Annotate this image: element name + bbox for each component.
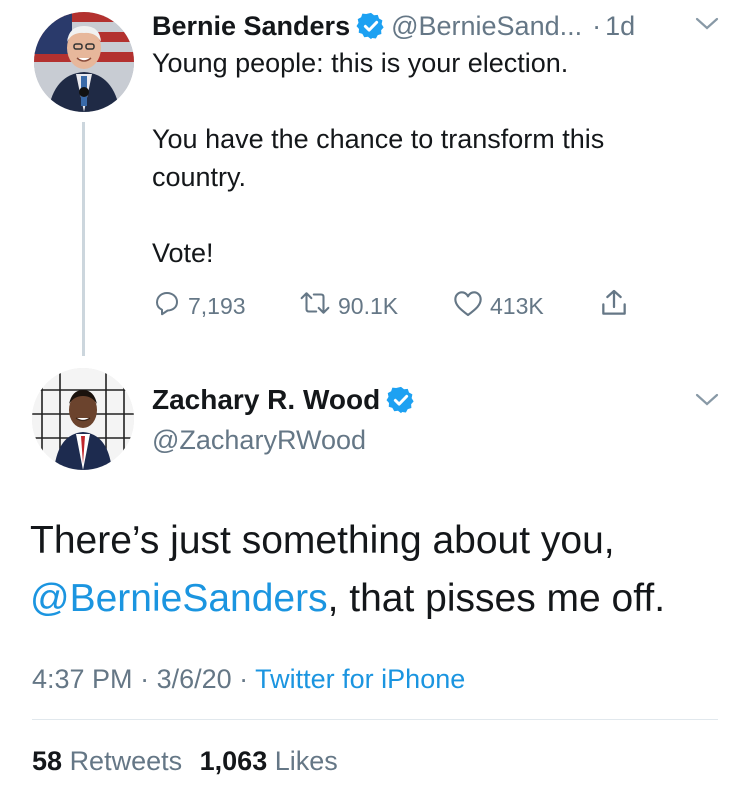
tweet-age[interactable]: 1d bbox=[605, 6, 635, 46]
mention-link[interactable]: @BernieSanders bbox=[30, 577, 328, 620]
thread-connector-line bbox=[82, 122, 85, 356]
tweet-text: , that pisses me off. bbox=[327, 577, 666, 620]
likes-label: Likes bbox=[274, 746, 338, 776]
tweet-text-line: Young people: this is your election. bbox=[152, 48, 569, 78]
tweet-meta: 4:37 PM · 3/6/20 · Twitter for iPhone bbox=[32, 660, 465, 698]
verified-badge-icon bbox=[386, 385, 416, 415]
author-handle[interactable]: @BernieSand... bbox=[391, 6, 582, 46]
tweet-text-line: Vote! bbox=[152, 238, 214, 268]
tweet-date: 3/6/20 bbox=[156, 664, 232, 694]
reply-button[interactable]: 7,193 bbox=[152, 288, 246, 324]
tweet-text: There’s just something about you, bbox=[30, 519, 615, 562]
tweet2-author-row: Zachary R. Wood bbox=[152, 380, 421, 420]
meta-separator: · bbox=[132, 664, 157, 694]
retweet-count: 90.1K bbox=[338, 292, 399, 319]
like-total: 1,063 bbox=[199, 746, 268, 776]
chevron-down-icon[interactable] bbox=[695, 392, 719, 408]
tweet1-action-bar: 7,193 90.1K 413K bbox=[152, 288, 652, 324]
retweets-label: Retweets bbox=[69, 746, 183, 776]
chevron-down-icon[interactable] bbox=[695, 16, 719, 32]
reply-icon bbox=[152, 288, 188, 324]
retweet-button[interactable]: 90.1K bbox=[298, 288, 398, 324]
divider bbox=[32, 719, 718, 720]
tweet-text-line: You have the chance to transform this co… bbox=[152, 124, 605, 192]
tweet1-header: Bernie Sanders @BernieSand... · 1d bbox=[152, 6, 635, 46]
reply-count: 7,193 bbox=[188, 292, 246, 319]
tweet1-body: Young people: this is your election. You… bbox=[152, 44, 712, 272]
likes-stat[interactable]: 1,063 Likes bbox=[200, 746, 338, 776]
retweets-stat[interactable]: 58 Retweets bbox=[32, 746, 182, 776]
retweet-icon bbox=[298, 288, 338, 324]
author-handle[interactable]: @ZacharyRWood bbox=[152, 420, 366, 460]
verified-badge-icon bbox=[356, 11, 386, 41]
tweet2-body: There’s just something about you, @Berni… bbox=[30, 512, 730, 628]
author-name[interactable]: Zachary R. Wood bbox=[152, 380, 380, 420]
share-button[interactable] bbox=[598, 288, 636, 324]
meta-separator: · bbox=[231, 664, 256, 694]
heart-icon bbox=[452, 288, 490, 324]
like-button[interactable]: 413K bbox=[452, 288, 544, 324]
like-count: 413K bbox=[490, 292, 544, 319]
tweet-time: 4:37 PM bbox=[32, 664, 133, 694]
author-name[interactable]: Bernie Sanders bbox=[152, 6, 350, 46]
time-separator: · bbox=[592, 11, 602, 41]
retweet-total: 58 bbox=[32, 746, 63, 776]
share-icon bbox=[598, 287, 636, 325]
source-link[interactable]: Twitter for iPhone bbox=[255, 664, 465, 694]
avatar-bernie-sanders[interactable] bbox=[34, 12, 134, 112]
avatar-zachary-r-wood[interactable] bbox=[32, 368, 134, 470]
engagement-stats: 58 Retweets 1,063 Likes bbox=[32, 742, 338, 780]
